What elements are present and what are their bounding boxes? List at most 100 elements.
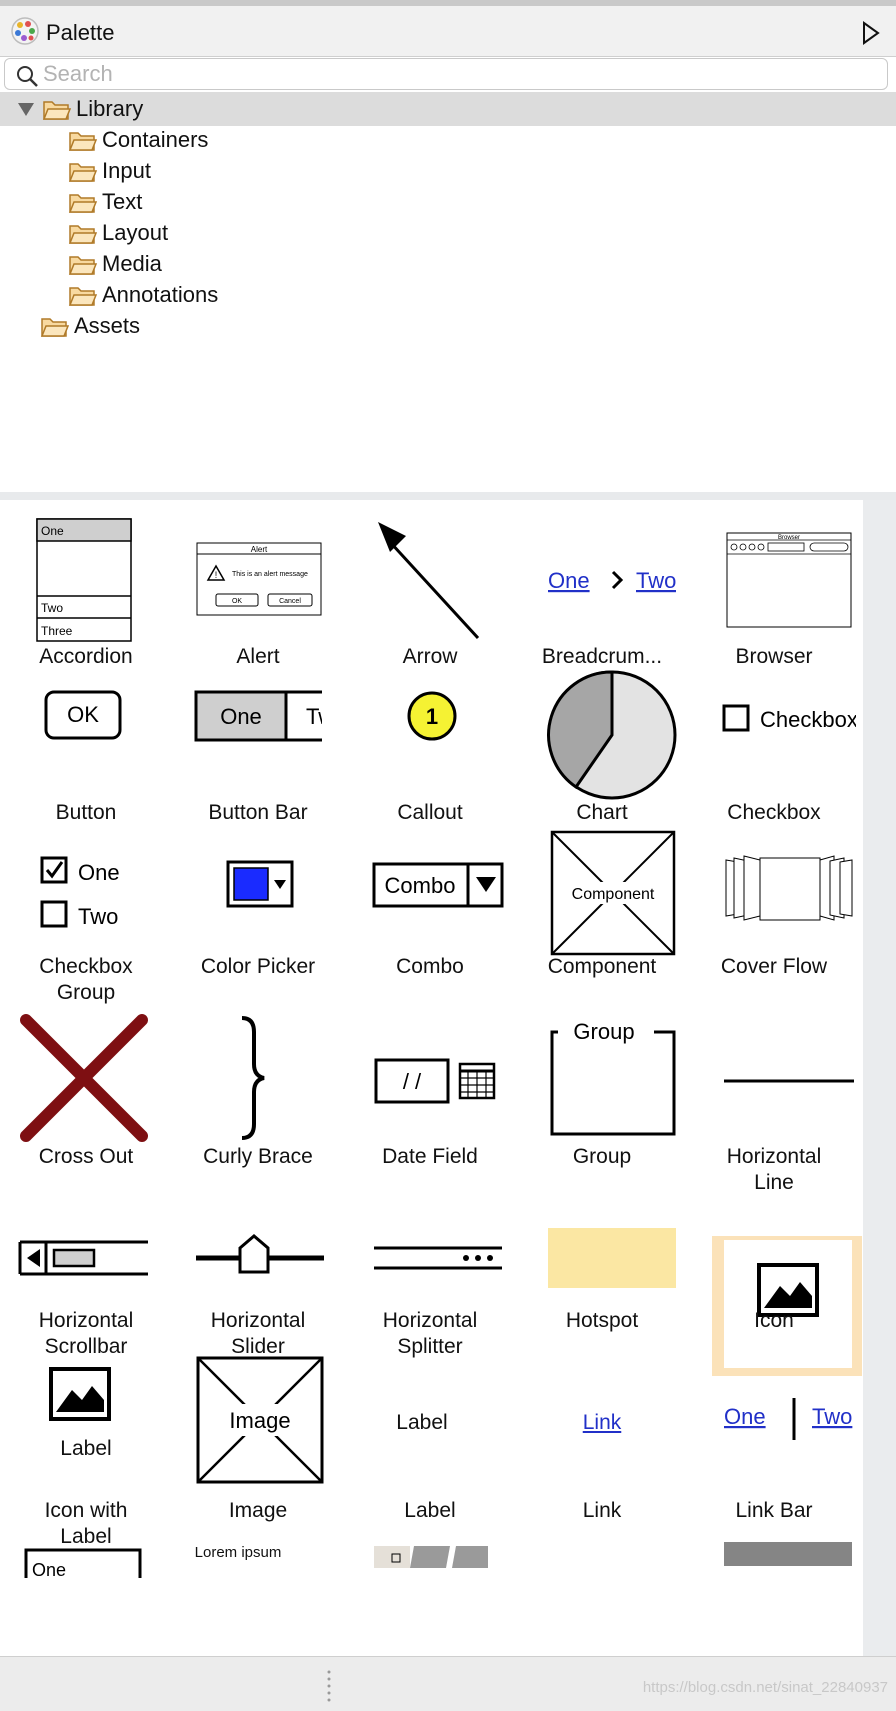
accordion-preview: One Two Three bbox=[36, 518, 132, 642]
component-label: Alert bbox=[236, 645, 280, 668]
component-paragraph[interactable]: Lorem ipsum bbox=[172, 1536, 344, 1656]
tree-label: Layout bbox=[102, 220, 169, 245]
component-hotspot[interactable]: Hotspot bbox=[516, 1192, 688, 1364]
media-controls-preview bbox=[374, 1546, 488, 1568]
component-label: Group bbox=[572, 1145, 632, 1168]
component-label: Chart bbox=[576, 801, 628, 824]
component-cover-flow[interactable]: Cover Flow bbox=[688, 838, 860, 1014]
component-label: Hotspot bbox=[565, 1309, 639, 1332]
component-button-bar[interactable]: One Two Button Bar bbox=[172, 670, 344, 838]
lorem-preview: Lorem ipsum bbox=[194, 1544, 282, 1561]
component-color-picker[interactable]: Color Picker bbox=[172, 838, 344, 1014]
component-component[interactable]: Component Component bbox=[516, 830, 688, 1014]
component-cross-out[interactable]: Cross Out bbox=[0, 1014, 172, 1192]
date-field-preview: / / bbox=[374, 1058, 496, 1104]
component-arrow[interactable]: Arrow bbox=[344, 500, 516, 670]
svg-text:One: One bbox=[32, 1560, 66, 1578]
svg-text:One: One bbox=[78, 860, 120, 885]
component-breadcrumbs[interactable]: One Two Breadcrum... bbox=[516, 500, 688, 670]
component-date-field[interactable]: / / Date Field bbox=[344, 1014, 516, 1192]
tree-item-library[interactable]: Library bbox=[0, 92, 896, 126]
folder-icon bbox=[68, 256, 98, 275]
horizontal-line-preview bbox=[724, 1079, 854, 1083]
button-bar-preview: One Two bbox=[194, 690, 322, 742]
callout-preview: 1 bbox=[407, 691, 457, 741]
component-icon[interactable]: Icon bbox=[688, 1192, 860, 1368]
search-input[interactable] bbox=[43, 61, 863, 87]
component-label: Curly Brace bbox=[203, 1145, 313, 1168]
component-list[interactable]: One bbox=[0, 1536, 172, 1656]
grid-scrollbar[interactable] bbox=[863, 500, 896, 1656]
chart-preview bbox=[547, 670, 677, 800]
component-media-controls[interactable] bbox=[344, 1536, 516, 1656]
component-label: Image bbox=[228, 1499, 288, 1522]
component-image[interactable]: Image Image bbox=[172, 1356, 344, 1536]
svg-text:This is an alert message: This is an alert message bbox=[232, 571, 308, 578]
horizontal-scrollbar-preview bbox=[18, 1240, 148, 1276]
color-picker-preview bbox=[226, 860, 294, 908]
collapse-arrow-icon[interactable] bbox=[858, 20, 882, 46]
svg-text:Browser: Browser bbox=[778, 535, 800, 541]
horizontal-slider-preview bbox=[196, 1234, 324, 1274]
component-menu-bar[interactable] bbox=[688, 1536, 860, 1656]
checkbox-group-preview: One Two bbox=[40, 856, 120, 929]
component-label: Label bbox=[404, 1499, 456, 1522]
checkbox-preview: Checkbox bbox=[722, 704, 856, 732]
component-label-item[interactable]: Label Label bbox=[344, 1364, 516, 1536]
splitter[interactable] bbox=[0, 492, 896, 500]
component-label: Arrow bbox=[402, 645, 458, 668]
tree-item-assets[interactable]: Assets bbox=[40, 309, 140, 343]
svg-text:Group: Group bbox=[573, 1019, 634, 1044]
component-checkbox-group[interactable]: One Two Checkbox Group bbox=[0, 838, 172, 1014]
component-button[interactable]: OK Button bbox=[0, 670, 172, 838]
component-label: Browser bbox=[735, 645, 813, 668]
component-combo[interactable]: Combo Combo bbox=[344, 838, 516, 1014]
component-checkbox[interactable]: Checkbox Checkbox bbox=[688, 670, 860, 838]
hotspot-preview bbox=[548, 1228, 676, 1288]
browser-preview: Browser bbox=[726, 532, 852, 628]
component-preview: Component bbox=[550, 830, 676, 956]
link-bar-preview: One Two bbox=[724, 1398, 852, 1440]
tree-item-text[interactable]: Text bbox=[68, 185, 142, 219]
tree-label: Assets bbox=[74, 313, 141, 338]
component-label: Horizontal Line bbox=[726, 1145, 822, 1194]
component-icon-with-label[interactable]: Label Icon with Label bbox=[0, 1364, 172, 1548]
folder-icon bbox=[40, 318, 70, 337]
resize-grip-icon[interactable] bbox=[326, 1669, 332, 1703]
svg-text:Two: Two bbox=[636, 568, 676, 593]
component-link[interactable]: Link Link bbox=[516, 1364, 688, 1536]
component-label: Horizontal Slider bbox=[210, 1309, 306, 1358]
component-curly-brace[interactable]: Curly Brace bbox=[172, 1014, 344, 1192]
component-alert[interactable]: Alert ! This is an alert message OK Canc… bbox=[172, 500, 344, 670]
component-callout[interactable]: 1 Callout bbox=[344, 670, 516, 838]
component-horizontal-scrollbar[interactable]: Horizontal Scrollbar bbox=[0, 1192, 172, 1364]
component-label: Cover Flow bbox=[720, 955, 828, 978]
search-box[interactable] bbox=[4, 58, 888, 90]
component-label: Link bbox=[582, 1499, 622, 1522]
component-accordion[interactable]: One Two Three Accordion bbox=[0, 500, 172, 670]
disclosure-triangle-icon[interactable] bbox=[16, 99, 36, 119]
component-label: Date Field bbox=[382, 1145, 478, 1168]
folder-icon bbox=[68, 194, 98, 213]
component-browser[interactable]: Browser Browser bbox=[688, 500, 860, 670]
component-horizontal-slider[interactable]: Horizontal Slider bbox=[172, 1192, 344, 1364]
palette-header: Palette bbox=[0, 6, 896, 57]
component-chart[interactable]: Chart bbox=[516, 670, 688, 838]
component-horizontal-splitter[interactable]: Horizontal Splitter bbox=[344, 1192, 516, 1364]
tree-item-media[interactable]: Media bbox=[68, 247, 162, 281]
tree-item-annotations[interactable]: Annotations bbox=[68, 278, 218, 312]
tree-label: Library bbox=[76, 96, 144, 121]
svg-text:Two: Two bbox=[306, 704, 322, 729]
component-horizontal-line[interactable]: Horizontal Line bbox=[688, 1014, 860, 1194]
component-label: Combo bbox=[396, 955, 464, 978]
tree-item-input[interactable]: Input bbox=[68, 154, 151, 188]
panel-title: Palette bbox=[46, 20, 115, 45]
component-link-bar[interactable]: One Two Link Bar bbox=[688, 1364, 860, 1536]
library-tree: Library Containers Input Text Layout Med… bbox=[0, 92, 896, 492]
tree-item-containers[interactable]: Containers bbox=[68, 123, 208, 157]
tree-item-layout[interactable]: Layout bbox=[68, 216, 168, 250]
component-label: Checkbox bbox=[727, 801, 821, 824]
component-label: Breadcrum... bbox=[541, 645, 663, 668]
component-group[interactable]: Group Group bbox=[516, 1014, 688, 1192]
arrow-preview bbox=[378, 522, 480, 640]
